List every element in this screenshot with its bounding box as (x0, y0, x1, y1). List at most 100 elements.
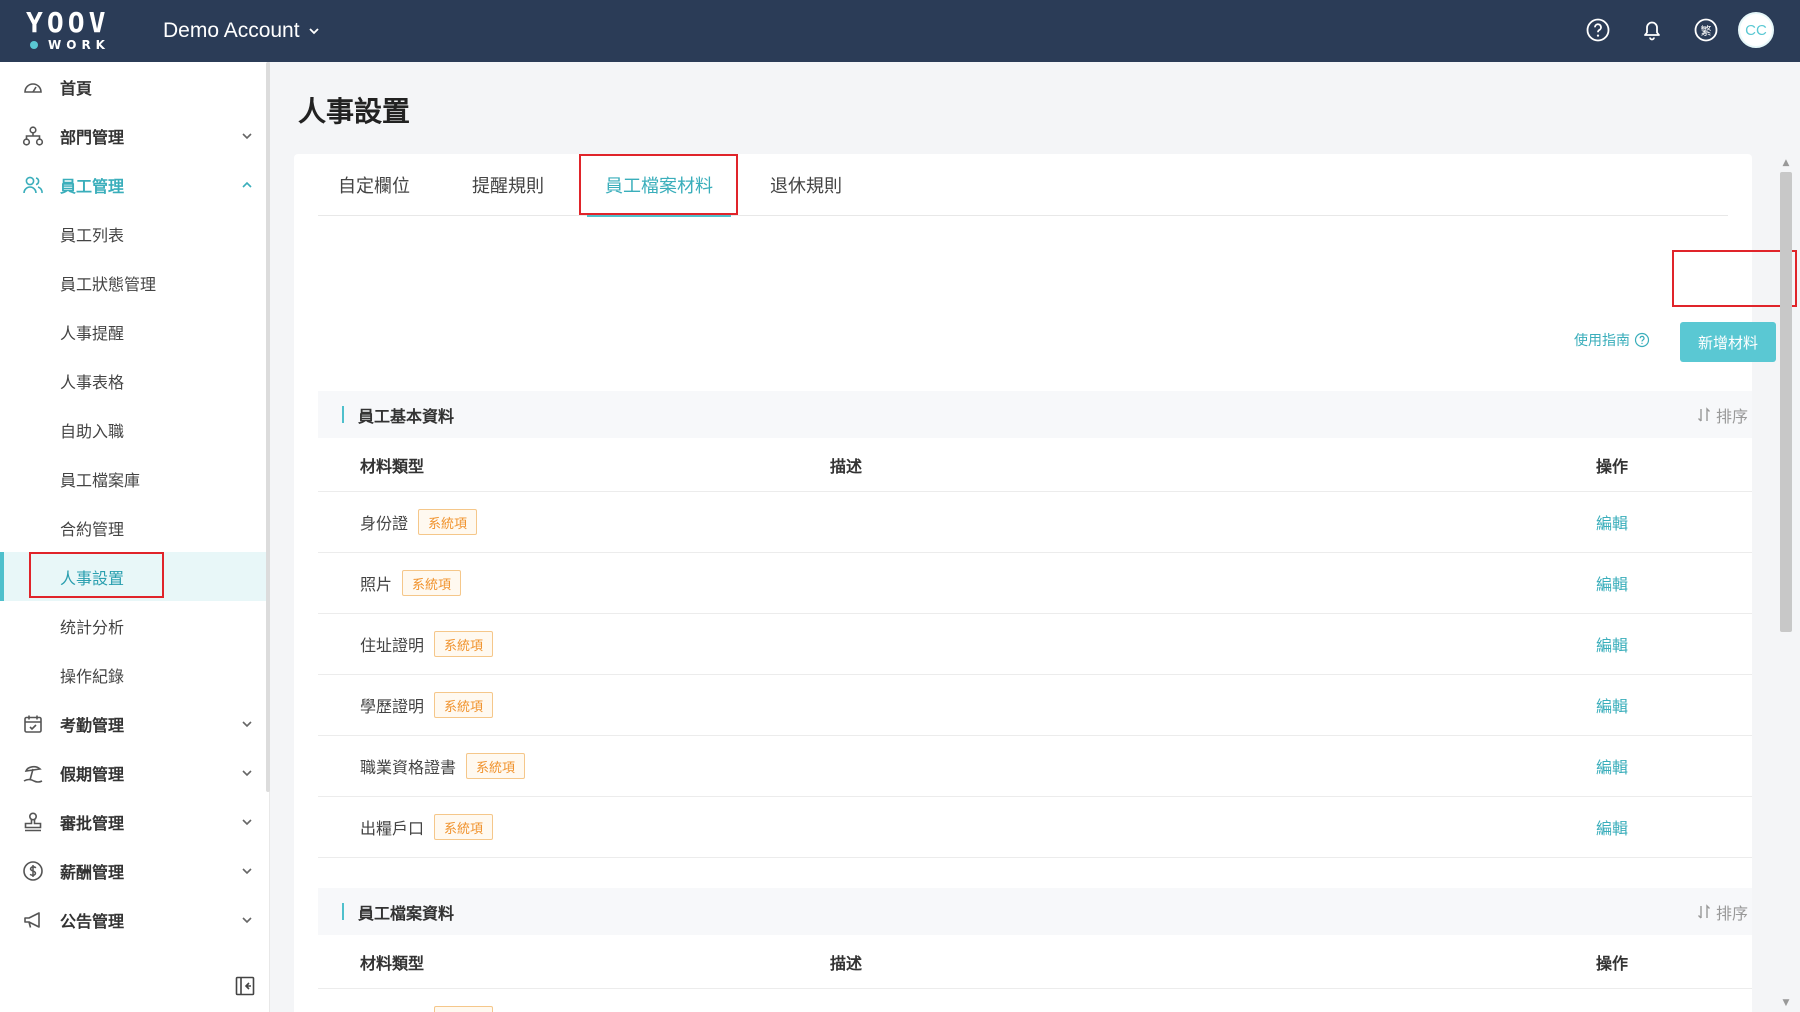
chevron-down-icon (242, 720, 252, 727)
material-type-name: 身份證 (360, 514, 409, 533)
page-scrollbar-thumb[interactable] (1780, 172, 1792, 632)
sidebar-item-employee[interactable]: 員工管理 (0, 160, 266, 209)
system-item-tag: 系統項 (434, 1006, 494, 1012)
usage-guide-link[interactable]: 使用指南 (1574, 330, 1650, 350)
top-bar: YOOV WORK Demo Account 繁 CC (0, 0, 1800, 62)
system-item-tag: 系統項 (434, 631, 494, 657)
megaphone-icon (24, 911, 40, 928)
language-glyph: 繁 (1701, 24, 1712, 38)
chevron-down-icon (242, 769, 252, 776)
table-row: 住址證明 系統項 編輯 (318, 614, 1752, 675)
sidebar-sub-label: 員工列表 (60, 225, 125, 245)
sidebar-sub-self-onboarding[interactable]: 自助入職 (0, 405, 266, 454)
account-switcher[interactable]: Demo Account (163, 16, 321, 46)
material-type-cell: 住址證明 系統項 (360, 631, 494, 657)
sidebar-sub-label: 统計分析 (60, 617, 125, 637)
logo-dot (30, 41, 38, 49)
tab-employee-file-materials[interactable]: 員工檔案材料 (587, 154, 731, 217)
usage-guide-label: 使用指南 (1574, 333, 1630, 349)
tab-reminder-rules[interactable]: 提醒規則 (472, 154, 544, 216)
logo-sub-text: WORK (48, 38, 110, 52)
bell-icon[interactable] (1637, 15, 1667, 45)
sidebar-item-attendance[interactable]: 考勤管理 (0, 699, 266, 748)
chevron-up-icon (242, 181, 252, 188)
table-row: 僱傭合約 系統項 編輯 (318, 989, 1752, 1012)
table-row: 照片 系統項 編輯 (318, 553, 1752, 614)
add-material-button[interactable]: 新增材料 (1680, 322, 1776, 362)
column-header-actions: 操作 (1596, 456, 1629, 476)
sidebar-item-approval[interactable]: 審批管理 (0, 797, 266, 846)
sidebar-sub-contract-management[interactable]: 合約管理 (0, 503, 266, 552)
column-header-actions: 操作 (1596, 953, 1629, 973)
material-type-name: 僱傭合約 (360, 1007, 424, 1012)
language-icon[interactable]: 繁 (1691, 15, 1721, 45)
dashboard-icon (24, 82, 42, 93)
edit-link[interactable]: 編輯 (1596, 510, 1628, 534)
column-header-type: 材料類型 (360, 953, 425, 973)
sidebar-item-home[interactable]: 首頁 (0, 62, 266, 111)
system-item-tag: 系統項 (434, 692, 494, 718)
tab-retirement-rules[interactable]: 退休規則 (770, 154, 842, 216)
sidebar-sub-hr-reminder[interactable]: 人事提醒 (0, 307, 266, 356)
sidebar-item-label: 考勤管理 (60, 715, 125, 735)
sidebar-item-payroll[interactable]: 薪酬管理 (0, 846, 266, 895)
sidebar-sub-employee-archive[interactable]: 員工檔案庫 (0, 454, 266, 503)
edit-link[interactable]: 編輯 (1596, 754, 1628, 778)
table-row: 身份證 系統項 編輯 (318, 492, 1752, 553)
sort-label: 排序 (1716, 406, 1749, 426)
sort-button[interactable]: 排序 (1696, 403, 1748, 427)
avatar[interactable]: CC (1738, 12, 1774, 48)
system-item-tag: 系統項 (402, 570, 462, 596)
sidebar-item-department[interactable]: 部門管理 (0, 111, 266, 160)
column-header-description: 描述 (830, 456, 863, 476)
system-item-tag: 系統項 (418, 509, 478, 535)
sidebar-sub-label: 人事表格 (60, 372, 125, 392)
sidebar-item-label: 部門管理 (60, 127, 125, 147)
table-header: 材料類型 描述 操作 (318, 438, 1752, 492)
sidebar-item-label: 員工管理 (60, 176, 125, 196)
sidebar-sub-label: 自助入職 (60, 421, 125, 441)
material-type-name: 職業資格證書 (360, 758, 457, 777)
collapse-sidebar-icon[interactable] (234, 975, 256, 997)
section-header-basic-info: 員工基本資料 排序 (318, 391, 1752, 438)
scroll-up-arrow-icon[interactable]: ▲ (1780, 158, 1792, 168)
material-type-cell: 僱傭合約 系統項 (360, 1006, 494, 1012)
yoov-work-logo[interactable]: YOOV WORK (26, 8, 116, 54)
sidebar-sub-label: 員工檔案庫 (60, 470, 141, 490)
sidebar-sub-hr-settings[interactable]: 人事設置 (0, 552, 266, 601)
account-name: Demo Account (163, 19, 300, 42)
material-type-name: 學歷證明 (360, 697, 425, 716)
sidebar-sub-label: 人事設置 (60, 568, 125, 588)
chevron-down-icon (308, 28, 319, 35)
sidebar-sub-hr-forms[interactable]: 人事表格 (0, 356, 266, 405)
section-accent-bar (342, 903, 344, 920)
scroll-down-arrow-icon[interactable]: ▼ (1780, 998, 1792, 1008)
sidebar-sub-operation-log[interactable]: 操作紀錄 (0, 650, 266, 699)
sidebar-sub-statistics[interactable]: 统計分析 (0, 601, 266, 650)
sidebar-item-label: 審批管理 (60, 813, 125, 833)
sidebar-item-leave[interactable]: 假期管理 (0, 748, 266, 797)
material-type-name: 出糧戶口 (360, 819, 425, 838)
column-header-description: 描述 (830, 953, 863, 973)
material-type-cell: 出糧戶口 系統項 (360, 814, 494, 840)
help-icon[interactable] (1583, 15, 1613, 45)
sidebar-sub-label: 操作紀錄 (60, 666, 125, 686)
sort-button[interactable]: 排序 (1696, 900, 1748, 924)
edit-link[interactable]: 編輯 (1596, 632, 1628, 656)
settings-card: 自定欄位 提醒規則 員工檔案材料 退休規則 使用指南 新增材料 員工基本資料 排… (294, 154, 1776, 1012)
sidebar-sub-label: 合約管理 (60, 519, 125, 539)
sidebar-item-label: 首頁 (60, 78, 93, 98)
page-title: 人事設置 (298, 95, 411, 128)
sidebar-item-label: 薪酬管理 (60, 862, 125, 882)
sidebar-item-announcement[interactable]: 公告管理 (0, 895, 266, 944)
sidebar-sub-status-management[interactable]: 員工狀態管理 (0, 258, 266, 307)
chevron-down-icon (242, 867, 252, 874)
sidebar-sub-employee-list[interactable]: 員工列表 (0, 209, 266, 258)
tab-custom-fields[interactable]: 自定欄位 (338, 154, 410, 216)
edit-link[interactable]: 編輯 (1596, 693, 1628, 717)
material-type-name: 住址證明 (360, 636, 425, 655)
edit-link[interactable]: 編輯 (1596, 1007, 1628, 1012)
edit-link[interactable]: 編輯 (1596, 815, 1628, 839)
edit-link[interactable]: 編輯 (1596, 571, 1628, 595)
table-row: 學歷證明 系統項 編輯 (318, 675, 1752, 736)
